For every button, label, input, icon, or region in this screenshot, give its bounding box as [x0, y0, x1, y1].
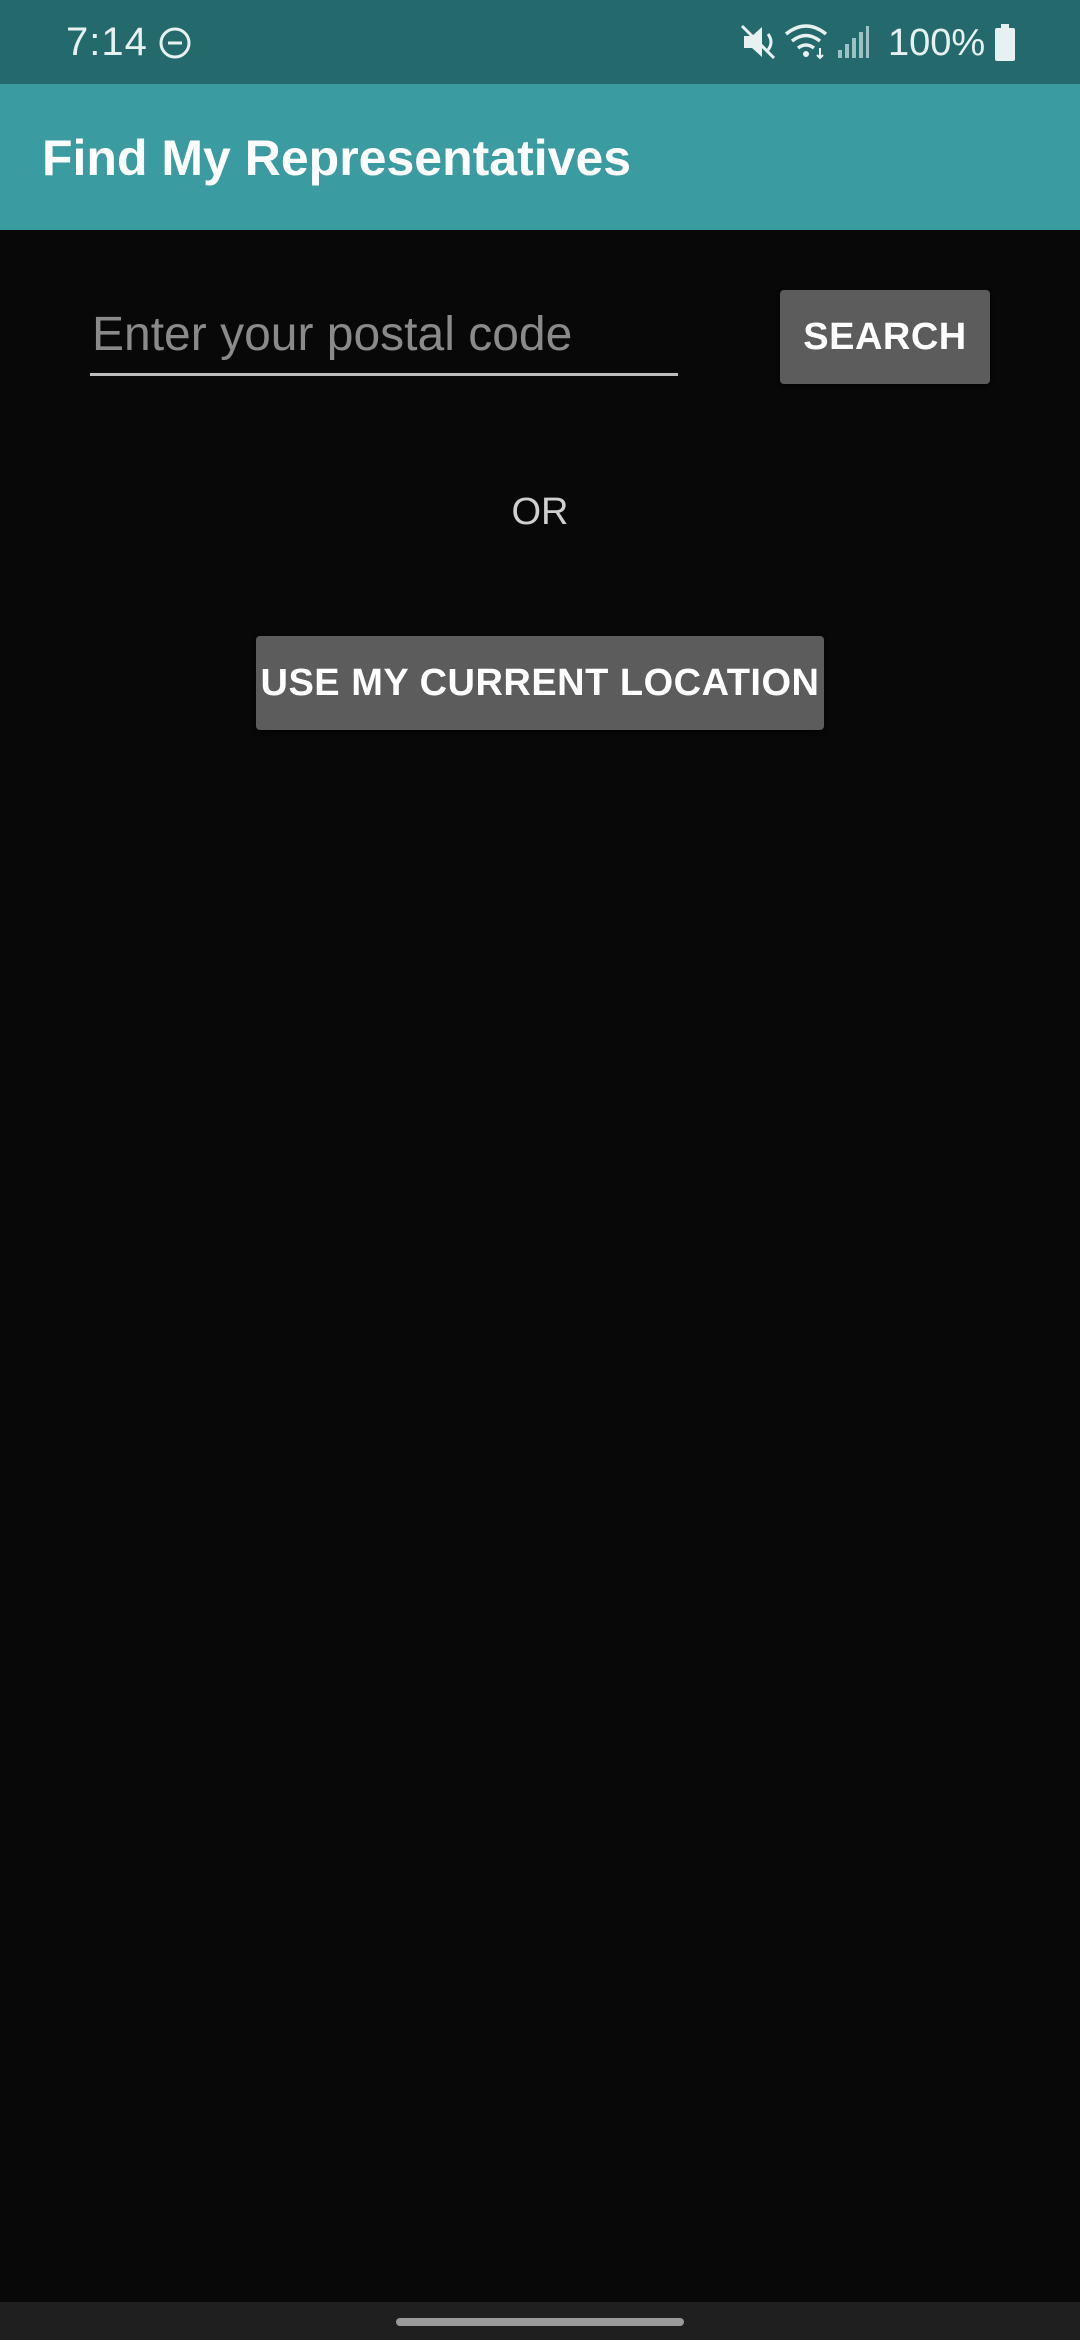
status-bar: 7:14 100% [0, 0, 1080, 84]
do-not-disturb-icon [158, 26, 192, 60]
battery-icon [994, 24, 1016, 62]
mute-icon [740, 22, 778, 62]
signal-icon [836, 24, 870, 60]
search-button[interactable]: SEARCH [780, 290, 990, 384]
app-bar: Find My Representatives [0, 84, 1080, 230]
battery-percent: 100% [888, 22, 986, 64]
wifi-icon [784, 22, 828, 62]
postal-code-input[interactable] [90, 296, 678, 376]
or-separator: OR [511, 491, 569, 533]
app-screen: 7:14 100% Find My Representatives Enter … [0, 0, 1080, 2340]
navigation-bar [0, 2302, 1080, 2340]
use-current-location-button[interactable]: USE MY CURRENT LOCATION [256, 636, 824, 730]
status-time: 7:14 [66, 20, 148, 64]
home-gesture-handle[interactable] [396, 2318, 684, 2326]
app-title: Find My Representatives [42, 130, 632, 186]
